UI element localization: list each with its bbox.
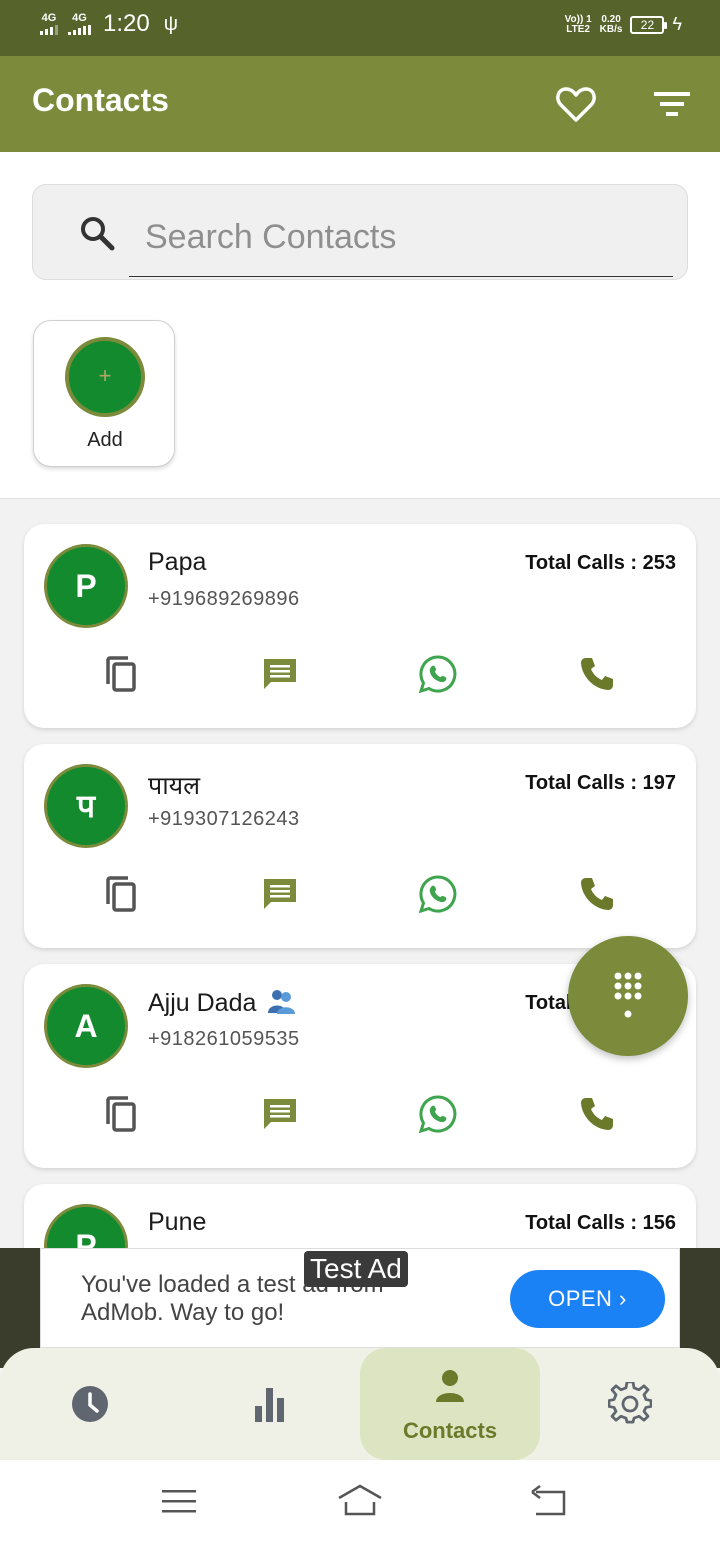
whatsapp-icon (418, 1095, 457, 1134)
contact-card[interactable]: P Papa +919689269896 Total Calls : 253 (24, 524, 696, 728)
add-label: Add (87, 429, 123, 451)
ad-banner[interactable]: You've loaded a test ad from AdMob. Way … (40, 1248, 680, 1348)
signal-1: 4G (40, 13, 58, 35)
filter-icon (654, 92, 690, 116)
nav-contacts-label: Contacts (402, 1418, 498, 1443)
bar-chart-icon (255, 1388, 284, 1422)
signal-bars-icon (40, 25, 58, 35)
whatsapp-button[interactable] (418, 1094, 458, 1134)
clock-icon (72, 1386, 108, 1422)
copy-button[interactable] (102, 874, 142, 914)
usb-icon: ψ (163, 12, 178, 35)
avatar: P (44, 544, 128, 628)
message-icon (264, 1099, 296, 1129)
dialpad-icon (614, 972, 642, 1018)
bottom-navigation: Contacts (0, 1348, 720, 1460)
nav-recents[interactable] (0, 1348, 180, 1460)
total-calls: Total Calls : 253 (525, 552, 676, 574)
status-right: Vo)) 1 LTE2 0.20 KB/s 22 ϟ (565, 14, 682, 35)
total-calls: Total Calls : 197 (525, 772, 676, 794)
back-icon[interactable] (528, 1484, 570, 1518)
speed-unit: KB/s (599, 23, 623, 35)
favorites-button[interactable] (552, 80, 600, 128)
page-title: Contacts (32, 82, 169, 118)
volte-indicator: Vo)) 1 LTE2 (564, 13, 592, 35)
copy-icon (106, 1096, 136, 1132)
copy-button[interactable] (102, 1094, 142, 1134)
message-icon (264, 659, 296, 689)
contact-phone: +919307126243 (148, 808, 300, 830)
add-icon: + (65, 337, 145, 417)
nav-stats[interactable] (180, 1348, 360, 1460)
contact-name: Pune (148, 1208, 207, 1236)
charging-icon: ϟ (672, 14, 682, 34)
contact-card[interactable]: प पायल +919307126243 Total Calls : 197 (24, 744, 696, 948)
header-panel: + Add (0, 152, 720, 499)
copy-button[interactable] (102, 654, 142, 694)
call-button[interactable] (577, 1094, 617, 1134)
battery-icon: 22 (630, 15, 668, 34)
whatsapp-icon (418, 875, 457, 914)
total-calls: Total Calls : 156 (525, 1212, 676, 1234)
avatar: प (44, 764, 128, 848)
sort-filter-button[interactable] (648, 80, 696, 128)
lte-label: LTE2 (566, 23, 590, 35)
status-bar: 4G 4G 1:20 ψ Vo)) 1 LTE2 0.20 KB/s 22 ϟ (0, 0, 720, 56)
contact-name: Ajju Dada (148, 988, 296, 1018)
message-button[interactable] (260, 654, 300, 694)
call-button[interactable] (577, 874, 617, 914)
signal-2: 4G (68, 13, 91, 35)
copy-icon (106, 876, 136, 912)
status-left: 4G 4G 1:20 ψ (40, 10, 178, 38)
network-type-1: 4G (41, 12, 57, 24)
settings-gear-icon (608, 1382, 652, 1424)
nav-settings[interactable] (540, 1348, 720, 1460)
signal-bars-icon (68, 25, 91, 35)
whatsapp-button[interactable] (418, 874, 458, 914)
system-nav-bar (0, 1460, 720, 1544)
phone-icon (581, 658, 613, 690)
battery-level: 22 (640, 17, 655, 32)
speed-value: 0.20 (601, 13, 621, 25)
contact-phone: +919689269896 (148, 588, 300, 610)
test-ad-label: Test Ad (304, 1251, 408, 1287)
call-button[interactable] (577, 654, 617, 694)
message-icon (264, 879, 296, 909)
contact-name: Papa (148, 548, 207, 576)
volte-label: Vo)) 1 (564, 13, 592, 25)
search-box (32, 184, 688, 280)
home-icon[interactable] (336, 1482, 384, 1518)
ad-open-button[interactable]: OPEN › (510, 1270, 665, 1328)
contact-name-text: Ajju Dada (148, 989, 257, 1017)
clock: 1:20 (103, 10, 150, 37)
contact-phone: +918261059535 (148, 1028, 300, 1050)
phone-icon (581, 878, 613, 910)
add-contact-button[interactable]: + Add (33, 320, 175, 467)
menu-icon[interactable] (160, 1486, 200, 1518)
message-button[interactable] (260, 874, 300, 914)
people-emoji-icon (268, 990, 296, 1014)
search-icon (81, 217, 115, 251)
whatsapp-button[interactable] (418, 654, 458, 694)
nav-contacts[interactable]: Contacts (360, 1348, 540, 1460)
person-icon (436, 1370, 464, 1402)
network-speed: 0.20 KB/s (599, 13, 623, 35)
copy-icon (106, 656, 136, 692)
search-input[interactable] (129, 199, 673, 277)
phone-icon (581, 1098, 613, 1130)
app-bar: Contacts (0, 56, 720, 152)
network-type-2: 4G (72, 12, 87, 24)
dialpad-button[interactable] (568, 936, 688, 1056)
whatsapp-icon (418, 655, 457, 694)
contact-name: पायल (148, 772, 201, 800)
avatar: A (44, 984, 128, 1068)
heart-icon (556, 87, 596, 122)
message-button[interactable] (260, 1094, 300, 1134)
